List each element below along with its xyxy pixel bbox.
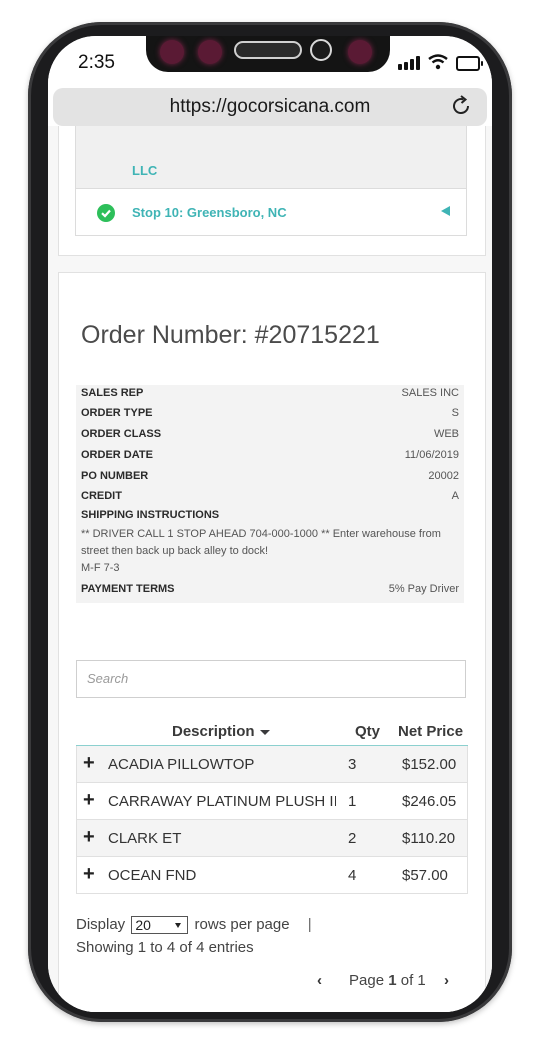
wifi-icon [428,54,448,70]
speaker-icon [234,41,302,59]
url-text[interactable]: https://gocorsicana.com [53,96,487,118]
detail-label: CREDIT [81,490,122,502]
detail-value: A [451,490,459,502]
column-header-price[interactable]: Net Price [398,723,463,740]
page-content: LLC Stop 10: Greensboro, NC Order Number… [48,126,492,1012]
prev-page-chevron-icon[interactable]: ‹ [317,972,322,989]
expand-plus-icon[interactable]: + [83,752,95,774]
shipping-line: ** DRIVER CALL 1 STOP AHEAD 704-000-1000… [81,528,441,557]
search-box[interactable] [76,660,466,698]
table-header: Description Qty Net Price [76,719,468,747]
cell-price: $152.00 [402,756,457,773]
detail-label: SALES REP [81,387,144,399]
cell-description: ACADIA PILLOWTOP [108,756,255,773]
entries-info: Showing 1 to 4 of 4 entries [76,939,254,956]
page-indicator: Page 1 of 1 [349,972,426,989]
table-row[interactable]: + OCEAN FND 4 $57.00 [76,857,468,894]
order-details: SALES REP SALES INC ORDER TYPE S ORDER C… [76,385,464,603]
stop-item-current[interactable]: Stop 10: Greensboro, NC [76,189,466,235]
stop-item[interactable]: LLC [76,126,466,189]
cell-price: $57.00 [402,867,448,884]
shipping-label: SHIPPING INSTRUCTIONS [81,509,220,521]
detail-row: ORDER TYPE S [81,407,459,423]
stop-label: Stop 10: Greensboro, NC [132,205,287,220]
order-title: Order Number: #20715221 [81,321,380,349]
address-bar[interactable]: https://gocorsicana.com [53,88,487,126]
reload-icon[interactable] [449,94,473,118]
detail-label: ORDER TYPE [81,407,153,419]
stop-label: LLC [132,163,158,178]
detail-row: PO NUMBER 20002 [81,470,459,486]
detail-value: SALES INC [401,387,459,399]
shipping-line: M-F 7-3 [81,562,120,574]
table-row[interactable]: + CARRAWAY PLATINUM PLUSH II 1 $246.05 [76,783,468,820]
column-header-label: Description [172,723,255,740]
expand-plus-icon[interactable]: + [83,863,95,885]
dropdown-arrow-icon [175,923,182,929]
detail-value: 20002 [428,470,459,482]
column-header-description[interactable]: Description [172,723,270,740]
next-page-chevron-icon[interactable]: › [444,972,449,989]
display-suffix: rows per page [194,916,290,933]
expand-plus-icon[interactable]: + [83,826,95,848]
stops-list: LLC Stop 10: Greensboro, NC [75,126,467,236]
notch-light [348,40,372,64]
cell-description: OCEAN FND [108,867,197,884]
shipping-instructions: ** DRIVER CALL 1 STOP AHEAD 704-000-1000… [81,526,461,577]
cell-price: $110.20 [402,830,456,847]
column-header-qty[interactable]: Qty [355,723,380,740]
phone-screen: 2:35 https://gocorsicana.com LLC Stop 10… [48,36,492,1012]
expand-plus-icon[interactable]: + [83,789,95,811]
detail-label: PAYMENT TERMS [81,583,175,595]
detail-row: ORDER DATE 11/06/2019 [81,449,459,465]
display-prefix: Display [76,916,126,933]
notch [146,36,390,72]
detail-value: WEB [433,428,459,440]
signal-icon [398,56,422,70]
detail-row: ORDER CLASS WEB [81,428,459,444]
status-time: 2:35 [78,52,115,73]
cell-description: CLARK ET [108,830,182,847]
cell-qty: 2 [348,830,357,847]
caret-left-icon[interactable] [441,206,450,216]
order-card: Order Number: #20715221 SALES REP SALES … [58,272,486,1012]
separator: | [307,916,312,933]
notch-light [160,40,184,64]
detail-label: ORDER CLASS [81,428,162,440]
table-row[interactable]: + CLARK ET 2 $110.20 [76,820,468,857]
cell-description: CARRAWAY PLATINUM PLUSH II [108,793,336,810]
detail-row: CREDIT A [81,490,459,506]
cell-qty: 3 [348,756,357,773]
detail-row: PAYMENT TERMS 5% Pay Driver [81,583,459,599]
cell-price: $246.05 [402,793,457,810]
page-total: of 1 [400,972,426,989]
table-row[interactable]: + ACADIA PILLOWTOP 3 $152.00 [76,746,468,783]
camera-icon [310,39,332,61]
detail-row: SALES REP SALES INC [81,387,459,403]
battery-icon [456,56,483,71]
detail-value: 5% Pay Driver [388,583,459,595]
status-bar: 2:35 [48,36,492,86]
notch-light [198,40,222,64]
page-word: Page [349,972,385,989]
detail-value: S [451,407,459,419]
detail-value: 11/06/2019 [404,449,459,461]
cell-qty: 4 [348,867,357,884]
rows-per-page-value: 20 [135,917,151,934]
sort-down-icon[interactable] [259,729,270,735]
detail-label: ORDER DATE [81,449,153,461]
detail-label: PO NUMBER [81,470,149,482]
table-body: + ACADIA PILLOWTOP 3 $152.00 + CARRAWAY … [76,746,468,894]
page-current: 1 [388,972,397,989]
page-size-control: Display 20 rows per page | [76,916,312,935]
cell-qty: 1 [348,793,357,810]
rows-per-page-select[interactable]: 20 [131,916,189,935]
check-circle-icon [97,204,115,222]
search-input[interactable] [77,661,457,695]
